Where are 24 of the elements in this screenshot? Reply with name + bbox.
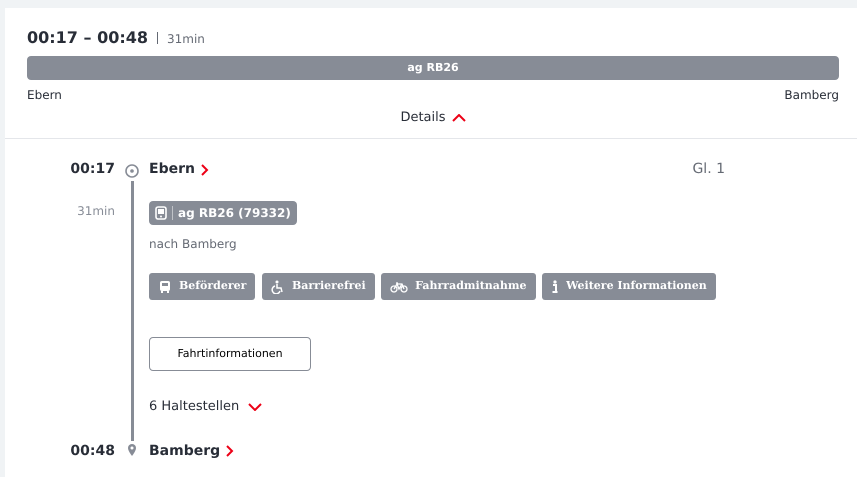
chevron-icon — [226, 445, 234, 458]
origin-station: Ebern — [27, 87, 62, 104]
chevron-icon — [200, 164, 209, 176]
platform: Gl. 1 — [692, 160, 725, 180]
departure-time: 00:17 — [69, 160, 115, 178]
details-toggle[interactable]: Details — [396, 104, 470, 132]
bus-icon — [158, 280, 172, 294]
train-icon — [155, 206, 167, 221]
destination-station: Bamberg — [784, 87, 839, 104]
info-icon — [551, 280, 560, 294]
station-link[interactable]: Bamberg — [149, 440, 234, 462]
direction-text: nach Bamberg — [149, 236, 238, 254]
travel-duration: 31min — [76, 202, 115, 220]
bicycle-icon — [390, 280, 408, 294]
time-range: 00:17 – 00:48 — [27, 27, 148, 49]
station-link[interactable]: Ebern — [149, 159, 209, 180]
stops-toggle[interactable]: 6 Haltestellen — [149, 397, 262, 417]
duration: 31min — [167, 31, 205, 48]
arrival-time: 00:48 — [69, 442, 115, 461]
stop-circle-icon — [125, 164, 139, 178]
trip-info-button[interactable]: Fahrtinformationen — [149, 336, 311, 372]
wheelchair-icon — [270, 280, 285, 294]
train-bar: ag RB26 — [27, 56, 839, 80]
train-badge: ag RB26 (79332) — [149, 201, 297, 226]
